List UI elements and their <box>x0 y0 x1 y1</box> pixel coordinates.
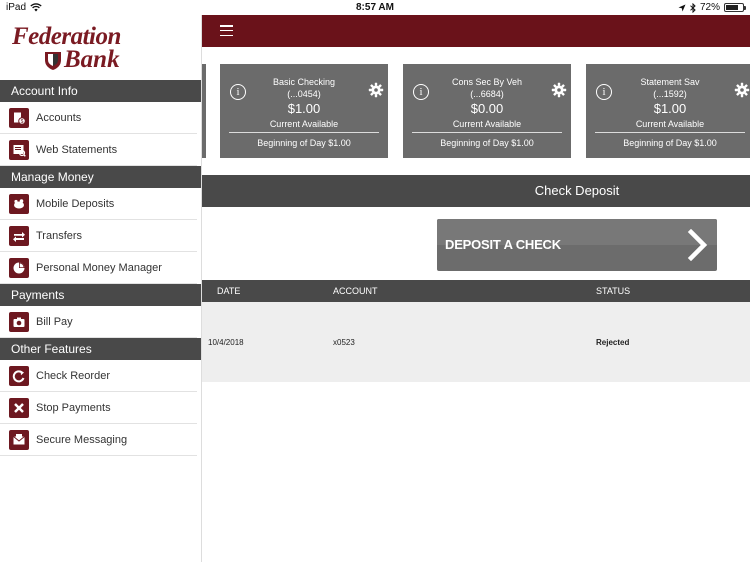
svg-text:$: $ <box>21 119 24 125</box>
card-divider <box>229 132 379 133</box>
deposit-status: Rejected <box>596 338 630 347</box>
sidebar-item-label: Stop Payments <box>36 401 111 414</box>
account-number: (...0454) <box>287 89 321 99</box>
sidebar-item-secure-messaging[interactable]: Secure Messaging <box>0 424 197 456</box>
card-divider <box>412 132 562 133</box>
reorder-icon <box>9 365 29 386</box>
account-card[interactable]: i Statement Sav (...1592) $1.00 Current … <box>586 64 750 158</box>
balance-label: Current Available <box>269 119 339 129</box>
sidebar-item-transfers[interactable]: Transfers <box>0 220 197 252</box>
section-header-account-info: Account Info <box>0 80 201 102</box>
battery-percent: 72% <box>699 2 720 13</box>
clock: 8:57 AM <box>356 2 394 13</box>
top-bar <box>202 15 750 47</box>
chevron-right-icon <box>687 229 708 261</box>
account-number: (...6684) <box>470 89 504 99</box>
sidebar-item-mobile-deposits[interactable]: Mobile Deposits <box>0 188 197 220</box>
close-icon <box>9 397 29 418</box>
bluetooth-icon <box>690 2 696 13</box>
section-header-manage-money: Manage Money <box>0 166 201 188</box>
sidebar-item-check-reorder[interactable]: Check Reorder <box>0 360 197 392</box>
account-name: Statement Sav <box>640 77 700 87</box>
deposit-check-label: DEPOSIT A CHECK <box>445 237 561 252</box>
sidebar-item-label: Mobile Deposits <box>36 197 115 210</box>
mobile-deposits-icon <box>9 193 29 214</box>
transfers-icon <box>9 225 29 246</box>
sidebar-item-personal-money-manager[interactable]: Personal Money Manager <box>0 252 197 284</box>
account-card[interactable]: i Cons Sec By Veh (...6684) $0.00 Curren… <box>403 64 571 158</box>
sidebar-item-label: Secure Messaging <box>36 433 128 446</box>
account-name: Cons Sec By Veh <box>451 77 523 87</box>
sidebar-item-label: Check Reorder <box>36 369 110 382</box>
sidebar-item-label: Accounts <box>36 111 82 124</box>
account-carousel[interactable]: i Basic Checking (...0454) $1.00 Current… <box>202 47 750 175</box>
sidebar-item-accounts[interactable]: $ Accounts <box>0 102 197 134</box>
sidebar-item-label: Bill Pay <box>36 315 73 328</box>
account-balance: $0.00 <box>470 101 504 116</box>
sidebar-item-label: Web Statements <box>36 143 118 156</box>
table-header: DATE ACCOUNT STATUS <box>202 280 750 302</box>
sidebar-item-web-statements[interactable]: Web Statements <box>0 134 197 166</box>
deposit-check-button[interactable]: DEPOSIT A CHECK <box>437 219 717 271</box>
status-right: 72% <box>678 2 746 13</box>
account-card-partial[interactable] <box>202 64 206 158</box>
sidebar-item-label: Transfers <box>36 229 83 242</box>
shield-icon <box>45 52 61 70</box>
sidebar-item-label: Personal Money Manager <box>36 261 162 274</box>
sidebar-item-bill-pay[interactable]: Bill Pay <box>0 306 197 338</box>
column-header-status: STATUS <box>596 286 631 296</box>
account-number: (...1592) <box>653 89 687 99</box>
web-statements-icon <box>9 139 29 160</box>
logo-text-bank: Bank <box>64 46 120 73</box>
location-icon <box>678 4 686 11</box>
table-row[interactable]: 10/4/2018 x0523 Rejected <box>202 302 750 382</box>
account-balance: $1.00 <box>287 101 321 116</box>
card-divider <box>595 132 745 133</box>
section-header-other-features: Other Features <box>0 338 201 360</box>
accounts-icon: $ <box>9 107 29 128</box>
account-balance: $1.00 <box>653 101 687 116</box>
balance-label: Current Available <box>452 119 522 129</box>
battery-icon <box>724 3 746 12</box>
column-header-account: ACCOUNT <box>333 286 378 296</box>
deposit-account: x0523 <box>333 338 355 347</box>
sidebar: Federation Bank Account Info $ Accounts … <box>0 15 202 562</box>
menu-icon[interactable] <box>220 25 233 37</box>
account-card[interactable]: i Basic Checking (...0454) $1.00 Current… <box>220 64 388 158</box>
account-name: Basic Checking <box>272 77 336 87</box>
logo[interactable]: Federation Bank <box>0 15 201 80</box>
beginning-of-day-balance: Beginning of Day $1.00 <box>257 138 351 148</box>
sidebar-item-stop-payments[interactable]: Stop Payments <box>0 392 197 424</box>
column-header-date: DATE <box>217 286 241 296</box>
envelope-icon <box>9 429 29 450</box>
section-header-payments: Payments <box>0 284 201 306</box>
balance-label: Current Available <box>635 119 705 129</box>
deposit-date: 10/4/2018 <box>208 338 244 347</box>
camera-icon <box>9 311 29 332</box>
status-bar: iPad 8:57 AM 72% <box>0 0 750 15</box>
beginning-of-day-balance: Beginning of Day $1.00 <box>440 138 534 148</box>
beginning-of-day-balance: Beginning of Day $1.00 <box>623 138 717 148</box>
pie-chart-icon <box>9 257 29 278</box>
check-deposit-title: Check Deposit <box>202 175 750 207</box>
